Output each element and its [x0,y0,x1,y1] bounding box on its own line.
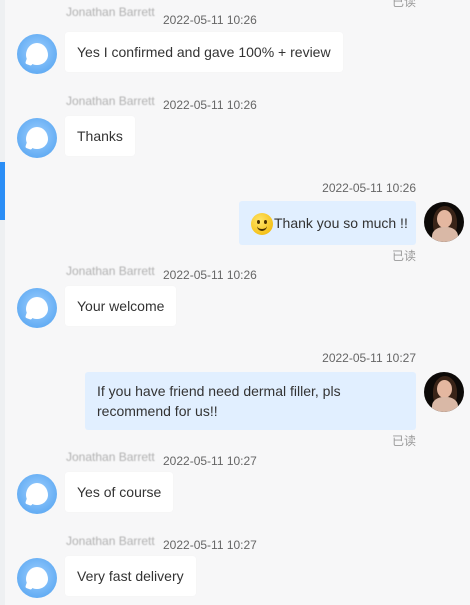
message-bubble: Yes I confirmed and gave 100% + review [65,32,343,72]
message-timestamp: 2022-05-11 10:27 [163,538,257,552]
sender-name: Jonathan Barrett [66,266,155,276]
message-bubble: Thank you so much !! [239,201,416,245]
sender-name: Jonathan Barrett [66,452,155,462]
message-bubble: Very fast delivery [65,556,196,596]
message-bubble: Thanks [65,116,135,156]
smiley-emoji-icon [251,213,273,236]
user-avatar[interactable] [424,202,464,242]
message-timestamp: 2022-05-11 10:26 [163,268,257,282]
contact-avatar[interactable] [17,474,57,514]
message-bubble: If you have friend need dermal filler, p… [85,372,416,430]
message-bubble: Yes of course [65,472,174,512]
contact-avatar[interactable] [17,34,57,74]
sender-name: Jonathan Barrett [66,536,155,546]
message-text-line: If you have friend need dermal filler, p… [97,383,341,399]
contact-avatar[interactable] [17,558,57,598]
message-bubble: Your welcome [65,286,177,326]
message-timestamp: 2022-05-11 10:27 [322,351,416,365]
sender-name: Jonathan Barrett [66,7,155,17]
sender-name: Jonathan Barrett [66,96,155,106]
chat-message-list[interactable]: 已读 Jonathan Barrett 2022-05-11 10:26 Yes… [0,0,470,605]
contact-avatar[interactable] [17,118,57,158]
message-text: Thank you so much !! [274,215,408,231]
contact-avatar[interactable] [17,288,57,328]
read-status-previous: 已读 [391,0,416,9]
read-status: 已读 [392,249,417,263]
message-timestamp: 2022-05-11 10:26 [163,13,257,27]
message-text-line: recommend for us!! [97,403,218,419]
message-timestamp: 2022-05-11 10:27 [163,454,257,468]
message-timestamp: 2022-05-11 10:26 [322,181,416,195]
read-status: 已读 [392,434,417,448]
user-avatar[interactable] [424,372,464,412]
message-timestamp: 2022-05-11 10:26 [163,98,257,112]
